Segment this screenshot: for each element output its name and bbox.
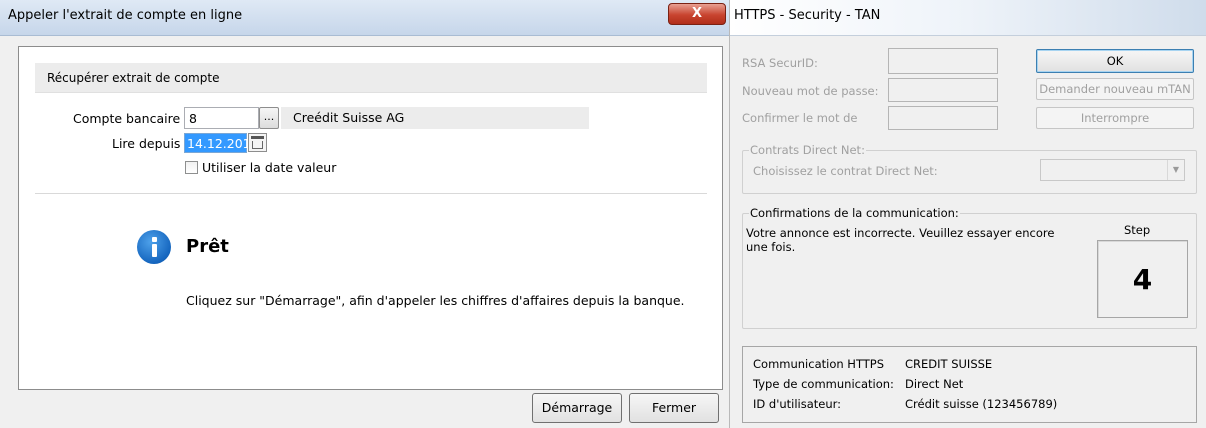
info-key: Type de communication:: [753, 377, 894, 391]
date-valeur-checkbox[interactable]: [185, 161, 198, 174]
info-value: CREDIT SUISSE: [905, 357, 993, 371]
contrats-choose-label: Choisissez le contrat Direct Net:: [753, 164, 938, 178]
lire-depuis-label: Lire depuis: [112, 136, 181, 151]
content-panel: Récupérer extrait de compte Compte banca…: [18, 46, 723, 390]
rsa-securid-label: RSA SecurID:: [742, 56, 818, 70]
https-security-tan-window: HTTPS - Security - TAN RSA SecurID: Nouv…: [729, 0, 1206, 428]
date-valeur-label: Utiliser la date valeur: [202, 160, 337, 175]
bank-name-display: Creédit Suisse AG: [281, 107, 589, 129]
close-button[interactable]: X: [668, 3, 726, 25]
info-key: Communication HTTPS: [753, 357, 885, 371]
info-value: Crédit suisse (123456789): [905, 397, 1058, 411]
info-value: Direct Net: [905, 377, 964, 391]
communication-info-box: Communication HTTPS CREDIT SUISSE Type d…: [742, 346, 1197, 423]
right-title-bar[interactable]: HTTPS - Security - TAN: [730, 0, 1206, 36]
interrupt-button[interactable]: Interrompre: [1036, 107, 1194, 129]
compte-bancaire-input[interactable]: 8: [184, 107, 259, 129]
step-box: 4: [1097, 240, 1188, 318]
chevron-down-icon: ▼: [1167, 160, 1184, 180]
divider: [35, 193, 707, 194]
confirm-password-input[interactable]: [888, 106, 998, 130]
demarrage-button[interactable]: Démarrage: [532, 393, 622, 423]
section-title: Récupérer extrait de compte: [47, 71, 220, 85]
contrats-group-title: Contrats Direct Net:: [749, 143, 866, 157]
confirm-password-label: Confirmer le mot de: [742, 111, 858, 125]
confirmations-group-title: Confirmations de la communication:: [749, 206, 960, 220]
request-mtan-button[interactable]: Demander nouveau mTAN: [1036, 78, 1194, 100]
date-input[interactable]: 14.12.2016: [184, 133, 259, 153]
account-statement-window: Appeler l'extrait de compte en ligne X R…: [0, 0, 729, 428]
contrats-select[interactable]: ▼: [1040, 159, 1185, 181]
ok-button[interactable]: OK: [1036, 49, 1194, 73]
info-key: ID d'utilisateur:: [753, 397, 842, 411]
confirmation-message: Votre annonce est incorrecte. Veuillez e…: [746, 226, 1055, 254]
info-icon: [137, 230, 171, 264]
status-message: Cliquez sur "Démarrage", afin d'appeler …: [186, 293, 685, 308]
left-title-bar[interactable]: Appeler l'extrait de compte en ligne X: [0, 0, 729, 36]
fermer-button[interactable]: Fermer: [629, 393, 719, 423]
right-window-title: HTTPS - Security - TAN: [734, 8, 881, 23]
new-password-input[interactable]: [888, 78, 998, 102]
section-header: Récupérer extrait de compte: [35, 63, 707, 93]
close-icon: X: [691, 6, 703, 21]
rsa-securid-input[interactable]: [888, 48, 998, 74]
status-title: Prêt: [186, 236, 229, 257]
compte-bancaire-label: Compte bancaire: [73, 111, 181, 126]
left-window-title: Appeler l'extrait de compte en ligne: [8, 8, 243, 23]
calendar-icon[interactable]: [248, 133, 267, 152]
step-value: 4: [1132, 263, 1153, 296]
browse-account-button[interactable]: ...: [259, 107, 279, 129]
step-label: Step: [1124, 223, 1151, 237]
new-password-label: Nouveau mot de passe:: [742, 84, 879, 98]
